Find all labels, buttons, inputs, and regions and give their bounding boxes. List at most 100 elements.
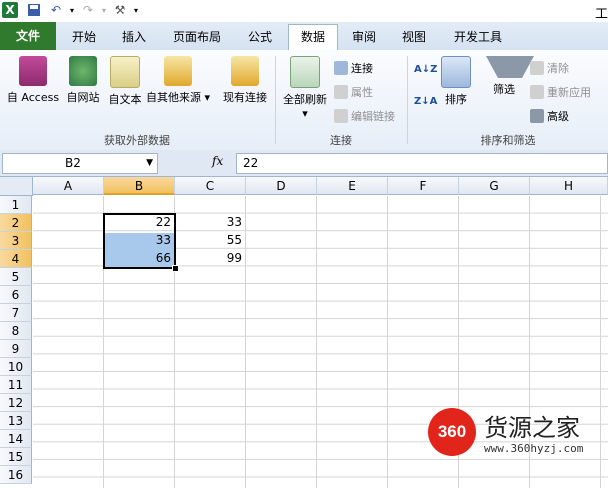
row-header-15[interactable]: 15 [0, 448, 32, 466]
row-header-8[interactable]: 8 [0, 322, 32, 340]
group-label-connections: 连接 [330, 134, 352, 147]
row-header-3[interactable]: 3 [0, 232, 32, 250]
refresh-all-label: 全部刷新 [283, 93, 327, 106]
cell-c3[interactable]: 55 [175, 232, 246, 249]
reapply-label: 重新应用 [547, 86, 591, 99]
edit-links-button[interactable]: 编辑链接 [334, 108, 395, 124]
column-header-d[interactable]: D [246, 177, 317, 195]
name-box[interactable]: B2 ▼ [2, 153, 158, 174]
row-header-10[interactable]: 10 [0, 358, 32, 376]
insert-function-icon[interactable]: fx [212, 154, 223, 168]
column-header-f[interactable]: F [388, 177, 459, 195]
tab-formulas[interactable]: 公式 [240, 25, 280, 49]
column-header-b[interactable]: B [104, 177, 175, 195]
connections-button[interactable]: 连接 [334, 60, 373, 76]
group-label-get-external-data: 获取外部数据 [104, 134, 170, 147]
watermark: 360 货源之家 www.360hyzj.com [428, 408, 608, 464]
group-label-sort-filter: 排序和筛选 [480, 134, 536, 147]
existing-connections-button[interactable]: 现有连接 [218, 56, 272, 105]
clear-filter-button[interactable]: 清除 [530, 60, 569, 76]
formula-bar: B2 ▼ fx 22 [0, 150, 608, 177]
formula-input[interactable]: 22 [236, 153, 608, 174]
sort-button[interactable]: 排序 [440, 56, 472, 107]
excel-logo-icon[interactable]: X [2, 2, 18, 18]
row-header-6[interactable]: 6 [0, 286, 32, 304]
tab-data[interactable]: 数据 [288, 24, 338, 52]
undo-icon[interactable]: ↶ [48, 2, 64, 18]
ribbon-tab-bar: 文件 开始 插入 页面布局 公式 数据 审阅 视图 开发工具 [0, 22, 608, 52]
column-header-e[interactable]: E [317, 177, 388, 195]
row-header-1[interactable]: 1 [0, 196, 32, 214]
from-other-sources-label: 自其他来源 [146, 91, 201, 104]
tab-view[interactable]: 视图 [394, 25, 434, 49]
row-header-7[interactable]: 7 [0, 304, 32, 322]
row-header-16[interactable]: 16 [0, 466, 32, 484]
cell-c4[interactable]: 99 [175, 250, 246, 267]
undo-dropdown-icon[interactable]: ▾ [64, 2, 80, 18]
watermark-logo: 360 [428, 408, 476, 456]
formula-value: 22 [243, 156, 259, 170]
row-header-12[interactable]: 12 [0, 394, 32, 412]
group-separator [407, 56, 408, 144]
select-all-corner[interactable] [0, 177, 33, 196]
tab-file[interactable]: 文件 [0, 22, 56, 50]
funnel-icon [486, 56, 534, 78]
row-header-9[interactable]: 9 [0, 340, 32, 358]
advanced-filter-button[interactable]: 高级 [530, 108, 569, 124]
row-header-11[interactable]: 11 [0, 376, 32, 394]
connections-icon [334, 61, 348, 75]
web-icon [69, 56, 97, 86]
row-header-13[interactable]: 13 [0, 412, 32, 430]
tab-review[interactable]: 审阅 [344, 25, 384, 49]
selection-border [103, 213, 176, 269]
from-other-sources-button[interactable]: 自其他来源 ▾ [146, 56, 210, 105]
column-header-a[interactable]: A [33, 177, 104, 195]
tab-home[interactable]: 开始 [64, 25, 104, 49]
tab-insert[interactable]: 插入 [114, 25, 154, 49]
cell-c2[interactable]: 33 [175, 214, 246, 231]
clear-filter-label: 清除 [547, 62, 569, 75]
row-header-14[interactable]: 14 [0, 430, 32, 448]
from-text-button[interactable]: 自文本 [104, 56, 146, 107]
existing-connections-icon [231, 56, 259, 86]
group-separator [275, 56, 276, 144]
watermark-url: www.360hyzj.com [484, 442, 584, 455]
row-header-2[interactable]: 2 [0, 214, 32, 232]
redo-dropdown-icon[interactable]: ▾ [96, 2, 112, 18]
quick-access-toolbar: X ↶ ▾ ↷ ▾ ⚒ ▾ 工 [0, 0, 608, 22]
column-header-g[interactable]: G [459, 177, 530, 195]
properties-label: 属性 [351, 86, 373, 99]
sort-descending-icon[interactable]: Z↓A [414, 96, 437, 107]
tools-icon[interactable]: ⚒ [112, 2, 128, 18]
column-header-c[interactable]: C [175, 177, 246, 195]
from-text-label: 自文本 [108, 93, 142, 106]
watermark-name: 货源之家 [484, 414, 580, 442]
refresh-icon [290, 56, 320, 88]
refresh-all-button[interactable]: 全部刷新 ▾ [280, 56, 330, 120]
redo-icon[interactable]: ↷ [80, 2, 96, 18]
tab-page-layout[interactable]: 页面布局 [166, 25, 228, 49]
properties-icon [334, 85, 348, 99]
fill-handle[interactable] [172, 265, 179, 272]
from-access-button[interactable]: 自 Access [4, 56, 62, 105]
sort-ascending-icon[interactable]: A↓Z [414, 64, 437, 75]
existing-connections-label: 现有连接 [223, 91, 267, 104]
properties-button[interactable]: 属性 [334, 84, 373, 100]
from-web-button[interactable]: 自网站 [62, 56, 104, 105]
tab-developer[interactable]: 开发工具 [446, 25, 510, 49]
sort-dialog-icon [441, 56, 471, 88]
sort-label: 排序 [445, 93, 467, 106]
row-header-5[interactable]: 5 [0, 268, 32, 286]
save-icon[interactable] [26, 2, 42, 18]
filter-button[interactable]: 筛选 [486, 56, 534, 97]
chevron-down-icon[interactable]: ▼ [146, 154, 153, 173]
column-header-h[interactable]: H [530, 177, 608, 195]
connections-label: 连接 [351, 62, 373, 75]
filter-label: 筛选 [493, 83, 515, 96]
row-header-4[interactable]: 4 [0, 250, 32, 268]
reapply-icon [530, 85, 544, 99]
advanced-filter-icon [530, 109, 544, 123]
reapply-button[interactable]: 重新应用 [530, 84, 591, 100]
name-box-value: B2 [65, 156, 81, 170]
customize-qat-icon[interactable]: ▾ [128, 2, 144, 18]
